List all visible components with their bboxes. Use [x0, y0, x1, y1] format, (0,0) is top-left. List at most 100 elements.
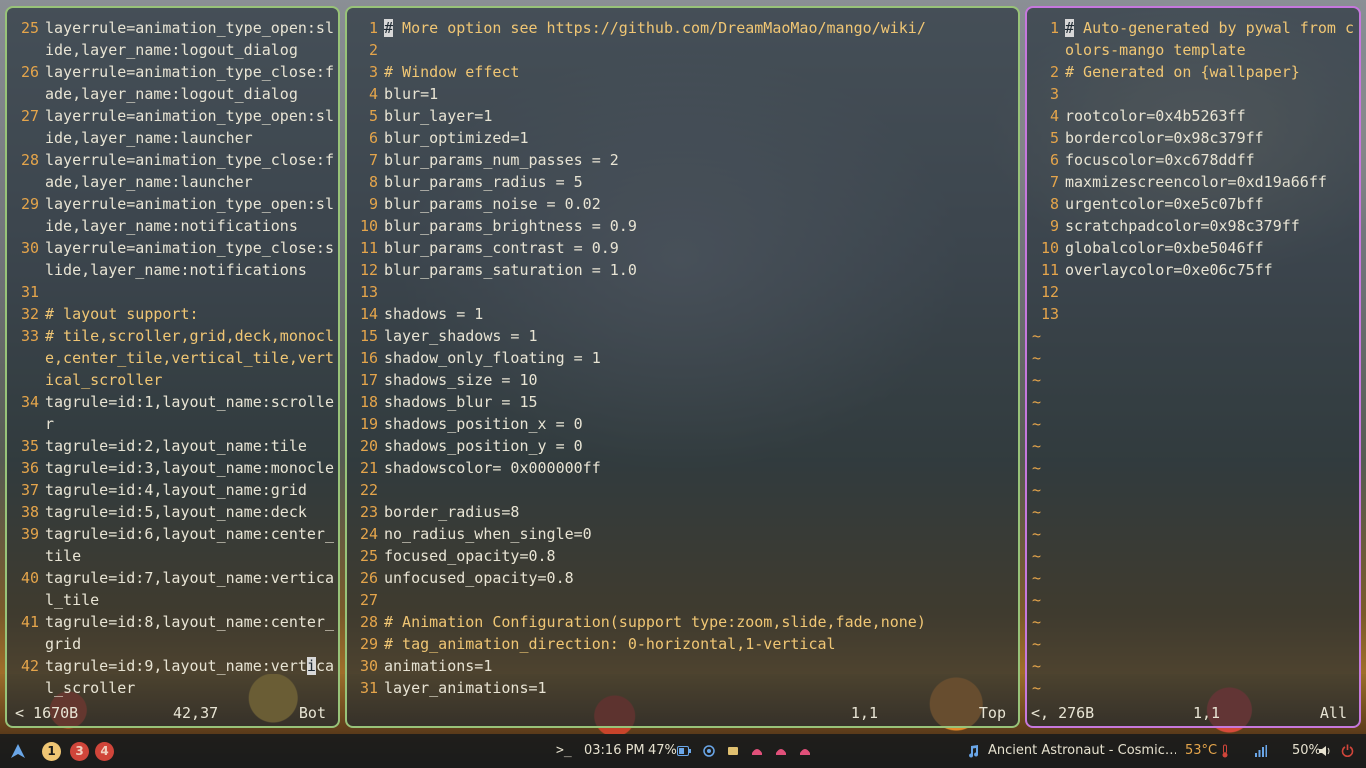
code-line[interactable]: 8 urgentcolor=0xe5c07bff: [1027, 193, 1359, 215]
line-number: 6: [368, 129, 378, 147]
empty-line-marker: ~: [1032, 459, 1042, 477]
code-line[interactable]: 13: [347, 281, 1018, 303]
code-line[interactable]: 35 tagrule=id:2,layout_name:tile: [7, 435, 338, 457]
code-line[interactable]: 42 tagrule=id:9,layout_name:vertical_scro…: [7, 655, 338, 699]
code-line[interactable]: 11 overlaycolor=0xe06c75ff: [1027, 259, 1359, 281]
line-number: 41: [20, 613, 39, 631]
code-line[interactable]: 5 bordercolor=0x98c379ff: [1027, 127, 1359, 149]
code-line[interactable]: 5 blur_layer=1: [347, 105, 1018, 127]
code-line[interactable]: 2: [347, 39, 1018, 61]
code-line[interactable]: 41 tagrule=id:8,layout_name:center_grid: [7, 611, 338, 655]
tray-app-icon[interactable]: [775, 734, 787, 768]
terminal-icon[interactable]: >_: [556, 734, 572, 768]
volume-level[interactable]: 50%: [1292, 734, 1321, 768]
code-line[interactable]: 26 unfocused_opacity=0.8: [347, 567, 1018, 589]
signal-icon[interactable]: [1255, 734, 1267, 768]
line-text: shadowscolor= 0x000000ff: [384, 459, 601, 477]
code-line[interactable]: 12: [1027, 281, 1359, 303]
code-line[interactable]: 20 shadows_position_y = 0: [347, 435, 1018, 457]
code-line[interactable]: 1 # Auto-generated by pywal from colors-m…: [1027, 17, 1359, 61]
code-line[interactable]: 28 layerrule=animation_type_close:fade,la…: [7, 149, 338, 193]
code-line[interactable]: 21 shadowscolor= 0x000000ff: [347, 457, 1018, 479]
code-line[interactable]: 3: [1027, 83, 1359, 105]
now-playing[interactable]: Ancient Astronaut - Cosmic…: [988, 734, 1176, 768]
code-line[interactable]: 16 shadow_only_floating = 1: [347, 347, 1018, 369]
editor-pane-left[interactable]: 25 layerrule=animation_type_open:slide,la…: [5, 6, 340, 728]
code-line[interactable]: 4 rootcolor=0x4b5263ff: [1027, 105, 1359, 127]
network-icon[interactable]: [703, 734, 715, 768]
tray-app-icon[interactable]: [727, 734, 739, 768]
line-number: 29: [359, 635, 378, 653]
code-line[interactable]: 26 layerrule=animation_type_close:fade,la…: [7, 61, 338, 105]
clock[interactable]: 03:16 PM: [584, 734, 645, 768]
code-line[interactable]: 4 blur=1: [347, 83, 1018, 105]
code-line[interactable]: 9 blur_params_noise = 0.02: [347, 193, 1018, 215]
line-text: focuscolor=0xc678ddff: [1065, 151, 1255, 169]
code-line[interactable]: 39 tagrule=id:6,layout_name:center_tile: [7, 523, 338, 567]
editor-pane-right[interactable]: 1 # Auto-generated by pywal from colors-m…: [1025, 6, 1361, 728]
workspace-1[interactable]: 1: [42, 742, 61, 761]
launcher-icon[interactable]: [10, 734, 26, 768]
tray-app-icon[interactable]: [751, 734, 763, 768]
line-text: maxmizescreencolor=0xd19a66ff: [1065, 173, 1327, 191]
code-line[interactable]: 7 maxmizescreencolor=0xd19a66ff: [1027, 171, 1359, 193]
power-icon[interactable]: [1341, 734, 1354, 768]
code-line[interactable]: 18 shadows_blur = 15: [347, 391, 1018, 413]
code-line[interactable]: 29 # tag_animation_direction: 0-horizonta…: [347, 633, 1018, 655]
code-line[interactable]: 24 no_radius_when_single=0: [347, 523, 1018, 545]
text-cursor: #: [384, 19, 394, 37]
code-line[interactable]: 36 tagrule=id:3,layout_name:monocle: [7, 457, 338, 479]
status-cursor-position: 1,1: [1193, 704, 1221, 722]
empty-line-marker: ~: [1032, 613, 1042, 631]
editor-pane-middle[interactable]: 1 # More option see https://github.com/Dr…: [345, 6, 1020, 728]
code-line[interactable]: 15 layer_shadows = 1: [347, 325, 1018, 347]
code-line[interactable]: 6 focuscolor=0xc678ddff: [1027, 149, 1359, 171]
code-line[interactable]: 25 focused_opacity=0.8: [347, 545, 1018, 567]
line-text: layerrule=animation_type_close:fade,laye…: [45, 151, 334, 191]
line-number: 25: [20, 19, 39, 37]
code-line[interactable]: 30 animations=1: [347, 655, 1018, 677]
code-line[interactable]: 17 shadows_size = 10: [347, 369, 1018, 391]
code-line[interactable]: 22: [347, 479, 1018, 501]
code-line[interactable]: 27 layerrule=animation_type_open:slide,la…: [7, 105, 338, 149]
code-line[interactable]: 11 blur_params_contrast = 0.9: [347, 237, 1018, 259]
code-line[interactable]: 10 globalcolor=0xbe5046ff: [1027, 237, 1359, 259]
line-number: 4: [1049, 107, 1059, 125]
code-line[interactable]: 34 tagrule=id:1,layout_name:scroller: [7, 391, 338, 435]
line-text: blur_params_num_passes = 2: [384, 151, 619, 169]
code-line[interactable]: 25 layerrule=animation_type_open:slide,la…: [7, 17, 338, 61]
line-text: blur_optimized=1: [384, 129, 529, 147]
code-line[interactable]: 27: [347, 589, 1018, 611]
code-line[interactable]: 40 tagrule=id:7,layout_name:vertical_tile: [7, 567, 338, 611]
code-line[interactable]: 23 border_radius=8: [347, 501, 1018, 523]
workspace-3[interactable]: 3: [70, 742, 89, 761]
code-line[interactable]: 33 # tile,scroller,grid,deck,monocle,cent…: [7, 325, 338, 391]
code-line[interactable]: 29 layerrule=animation_type_open:slide,la…: [7, 193, 338, 237]
line-number: 23: [359, 503, 378, 521]
code-line[interactable]: 9 scratchpadcolor=0x98c379ff: [1027, 215, 1359, 237]
code-line[interactable]: 31: [7, 281, 338, 303]
code-line[interactable]: 37 tagrule=id:4,layout_name:grid: [7, 479, 338, 501]
code-line[interactable]: 2 # Generated on {wallpaper}: [1027, 61, 1359, 83]
tray-app-icon[interactable]: [799, 734, 811, 768]
code-line[interactable]: 13: [1027, 303, 1359, 325]
code-line[interactable]: 12 blur_params_saturation = 1.0: [347, 259, 1018, 281]
code-line[interactable]: 28 # Animation Configuration(support type…: [347, 611, 1018, 633]
line-number: 13: [359, 283, 378, 301]
code-line[interactable]: 14 shadows = 1: [347, 303, 1018, 325]
code-line[interactable]: 1 # More option see https://github.com/Dr…: [347, 17, 1018, 39]
code-line[interactable]: 10 blur_params_brightness = 0.9: [347, 215, 1018, 237]
line-number: 16: [359, 349, 378, 367]
code-line[interactable]: 3 # Window effect: [347, 61, 1018, 83]
code-line[interactable]: 6 blur_optimized=1: [347, 127, 1018, 149]
code-line[interactable]: 8 blur_params_radius = 5: [347, 171, 1018, 193]
workspace-4[interactable]: 4: [95, 742, 114, 761]
code-line[interactable]: 31 layer_animations=1: [347, 677, 1018, 699]
code-line[interactable]: 7 blur_params_num_passes = 2: [347, 149, 1018, 171]
volume-icon[interactable]: [1318, 734, 1331, 768]
code-line[interactable]: 38 tagrule=id:5,layout_name:deck: [7, 501, 338, 523]
line-text: layerrule=animation_type_open:slide,laye…: [45, 195, 334, 235]
code-line[interactable]: 32 # layout support:: [7, 303, 338, 325]
code-line[interactable]: 30 layerrule=animation_type_close:slide,l…: [7, 237, 338, 281]
code-line[interactable]: 19 shadows_position_x = 0: [347, 413, 1018, 435]
